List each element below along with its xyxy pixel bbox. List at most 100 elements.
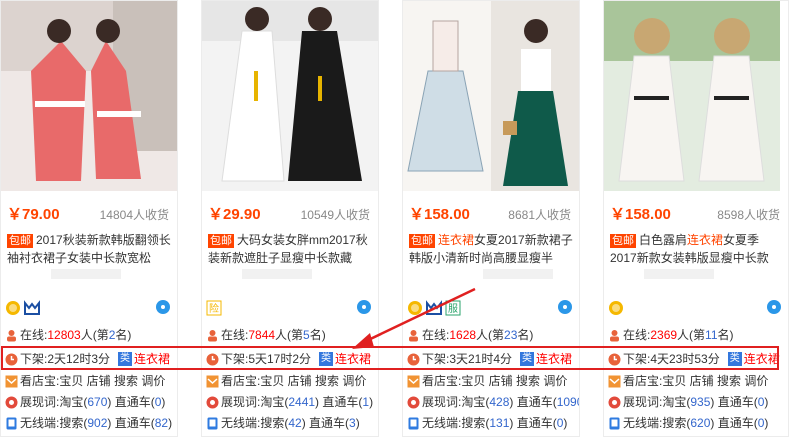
- product-image[interactable]: [1, 1, 177, 191]
- rank-suffix: 名): [115, 328, 132, 342]
- exposure-taobao[interactable]: 2441: [288, 393, 315, 411]
- rank-value: 2: [108, 328, 116, 342]
- shop-view-row[interactable]: 看店宝:宝贝 店铺 搜索 调价: [407, 372, 567, 390]
- title-keyword[interactable]: 连衣裙: [438, 233, 474, 247]
- category-link[interactable]: 连衣裙: [744, 350, 780, 368]
- blurred-shop-name: [483, 269, 553, 279]
- product-title[interactable]: 包邮 连衣裙女夏2017新款裙子韩版小清新时尚高腰显瘦半: [409, 231, 577, 267]
- wireless-ztc[interactable]: 82: [155, 414, 168, 432]
- rank-label: 人(第: [275, 328, 304, 342]
- rank-suffix: 名): [517, 328, 534, 342]
- clock-icon: [608, 353, 621, 365]
- chat-bubble-icon[interactable]: [356, 299, 372, 315]
- title-keyword[interactable]: 连衣裙: [687, 233, 723, 247]
- category-link[interactable]: 连衣裙: [134, 350, 170, 368]
- product-card[interactable]: ￥79.00 14804人收货 包邮 2017秋装新款韩版翻领长袖衬衣裙子女装中长…: [0, 0, 178, 437]
- wireless-ztc[interactable]: 0: [758, 414, 765, 432]
- free-shipping-badge: 包邮: [409, 234, 435, 248]
- product-card[interactable]: ￥158.00 8681人收货 包邮 连衣裙女夏2017新款裙子韩版小清新时尚高腰…: [402, 0, 580, 437]
- wireless-row: 无线端:搜索(902) 直通车(82): [5, 414, 172, 432]
- shop-view-links[interactable]: 看店宝:宝贝 店铺 搜索 调价: [422, 372, 567, 390]
- exposure-suffix: ): [161, 395, 166, 409]
- product-title[interactable]: 包邮 白色露肩连衣裙女夏季2017新款女装韩版显瘦中长款: [610, 231, 778, 267]
- rank-label: 人(第: [80, 328, 109, 342]
- product-image[interactable]: [202, 1, 378, 191]
- shop-view-row[interactable]: 看店宝:宝贝 店铺 搜索 调价: [608, 372, 768, 390]
- shop-view-links[interactable]: 看店宝:宝贝 店铺 搜索 调价: [20, 372, 165, 390]
- exposure-row: 展现词:淘宝(670) 直通车(0): [5, 393, 165, 411]
- online-count: 12803: [47, 328, 81, 342]
- mobile-icon: [207, 417, 218, 429]
- exposure-row: 展现词:淘宝(935) 直通车(0): [608, 393, 768, 411]
- exposure-taobao[interactable]: 670: [87, 393, 107, 411]
- wireless-mid: ) 直通车(: [301, 416, 350, 430]
- online-label: 在线:: [20, 328, 48, 342]
- shop-view-links[interactable]: 看店宝:宝贝 店铺 搜索 调价: [221, 372, 366, 390]
- product-title[interactable]: 包邮 大码女装女胖mm2017秋装新款遮肚子显瘦中长款藏: [208, 231, 376, 267]
- offshelf-time: 下架:4天23时53分: [623, 352, 720, 366]
- blurred-shop-name: [51, 269, 121, 279]
- online-stats: 在线: 2369 人(第 11 名): [608, 326, 734, 344]
- exposure-icon: [407, 396, 420, 408]
- tmall-cat-icon: [426, 300, 442, 315]
- gold-medal-icon: [6, 301, 20, 315]
- chat-bubble-icon[interactable]: [155, 299, 171, 315]
- wireless-ztc[interactable]: 0: [557, 414, 564, 432]
- online-count: 1628: [449, 328, 477, 342]
- chat-bubble-icon[interactable]: [766, 299, 782, 315]
- wireless-search[interactable]: 42: [288, 414, 301, 432]
- wireless-row: 无线端:搜索(42) 直通车(3): [206, 414, 360, 432]
- exposure-taobao[interactable]: 428: [489, 393, 509, 411]
- mobile-icon: [609, 417, 620, 429]
- exposure-mid: ) 直通车(: [107, 395, 155, 409]
- product-price: ￥158.00: [610, 206, 671, 223]
- free-shipping-badge: 包邮: [208, 234, 234, 248]
- wireless-search[interactable]: 620: [690, 414, 710, 432]
- online-label: 在线:: [422, 328, 450, 342]
- exposure-taobao[interactable]: 935: [690, 393, 710, 411]
- exposure-suffix: ): [764, 395, 769, 409]
- shop-view-row[interactable]: 看店宝:宝贝 店铺 搜索 调价: [206, 372, 366, 390]
- exposure-ztc[interactable]: 1090: [557, 393, 579, 411]
- wireless-ztc[interactable]: 3: [349, 414, 356, 432]
- exposure-ztc[interactable]: 0: [155, 393, 162, 411]
- category-badge: 类: [727, 352, 742, 366]
- exposure-suffix: ): [369, 395, 374, 409]
- title-text[interactable]: 白色露肩: [639, 233, 687, 247]
- product-card[interactable]: ￥29.90 10549人收货 包邮 大码女装女胖mm2017秋装新款遮肚子显瘦中…: [201, 0, 379, 437]
- wireless-suffix: ): [764, 416, 769, 430]
- offshelf-time: 下架:5天17时2分: [221, 352, 312, 366]
- exposure-ztc[interactable]: 1: [362, 393, 369, 411]
- clock-icon: [206, 353, 219, 365]
- product-card[interactable]: ￥158.00 8598人收货 包邮 白色露肩连衣裙女夏季2017新款女装韩版显瘦…: [603, 0, 789, 437]
- rank-value: 11: [705, 328, 718, 342]
- wireless-label: 无线端:搜索(: [623, 416, 691, 430]
- rank-value: 23: [504, 328, 518, 342]
- shop-icons: [608, 299, 624, 317]
- product-image[interactable]: [403, 1, 579, 191]
- wireless-search[interactable]: 131: [489, 414, 509, 432]
- exposure-ztc[interactable]: 0: [758, 393, 765, 411]
- product-image[interactable]: [604, 1, 780, 191]
- rank-label: 人(第: [476, 328, 505, 342]
- rank-suffix: 名): [717, 328, 734, 342]
- person-icon: [208, 329, 217, 341]
- person-icon: [610, 329, 619, 341]
- product-title[interactable]: 包邮 2017秋装新款韩版翻领长袖衬衣裙子女装中长款宽松: [7, 231, 175, 267]
- product-price: ￥79.00: [7, 206, 60, 223]
- online-label: 在线:: [221, 328, 249, 342]
- chat-bubble-icon[interactable]: [557, 299, 573, 315]
- online-stats: 在线: 1628 人(第 23 名): [407, 326, 533, 344]
- offshelf-time: 下架:3天21时4分: [422, 352, 513, 366]
- shop-icons: 险: [206, 299, 222, 317]
- exposure-icon: [206, 396, 219, 408]
- exposure-row: 展现词:淘宝(2441) 直通车(1): [206, 393, 373, 411]
- category-link[interactable]: 连衣裙: [335, 350, 371, 368]
- wireless-search[interactable]: 902: [87, 414, 107, 432]
- category-link[interactable]: 连衣裙: [536, 350, 572, 368]
- shop-view-links[interactable]: 看店宝:宝贝 店铺 搜索 调价: [623, 372, 768, 390]
- online-count: 2369: [650, 328, 678, 342]
- mobile-icon: [6, 417, 17, 429]
- shop-view-row[interactable]: 看店宝:宝贝 店铺 搜索 调价: [5, 372, 165, 390]
- svg-text:险: 险: [209, 302, 219, 315]
